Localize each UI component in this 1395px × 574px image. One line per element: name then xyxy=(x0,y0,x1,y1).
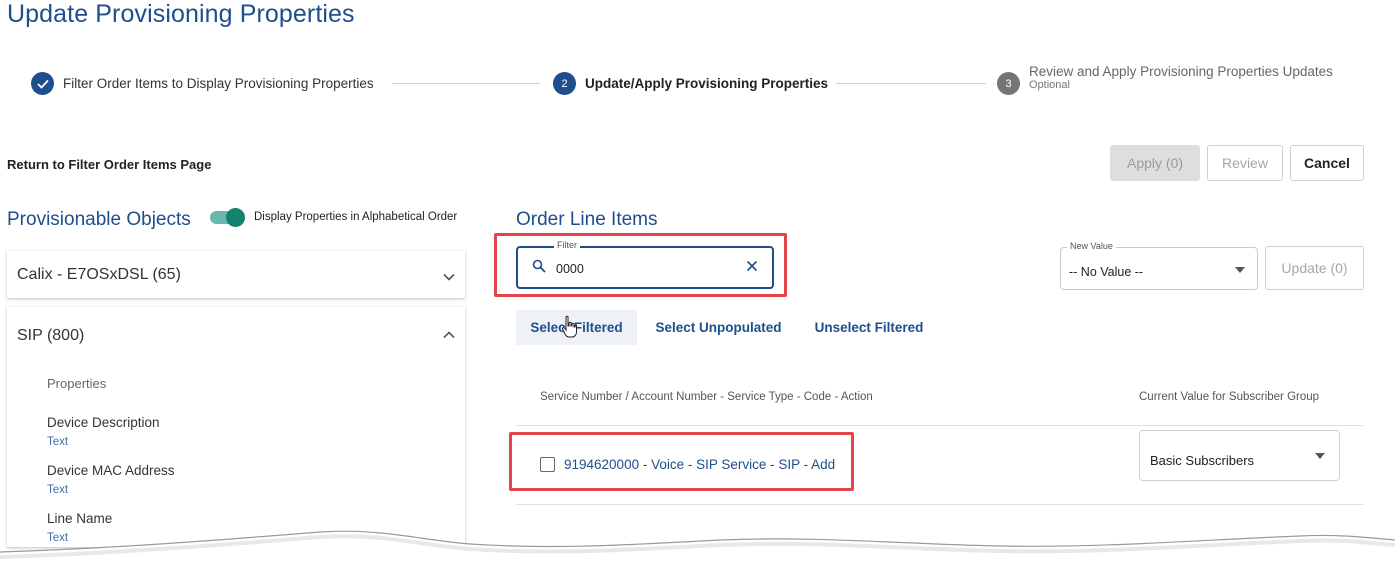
accordion-label: SIP (800) xyxy=(17,327,85,344)
chevron-up-icon[interactable] xyxy=(443,327,455,342)
torn-edge xyxy=(0,530,1395,574)
caret-down-icon xyxy=(1235,267,1245,273)
return-link[interactable]: Return to Filter Order Items Page xyxy=(7,157,211,172)
update-button[interactable]: Update (0) xyxy=(1265,246,1364,290)
provisionable-objects-title: Provisionable Objects xyxy=(7,209,191,230)
step-connector xyxy=(836,83,986,84)
hand-cursor-icon xyxy=(561,315,577,338)
order-line-items-title: Order Line Items xyxy=(516,209,658,230)
property-type: Text xyxy=(47,484,69,496)
accordion-header[interactable]: SIP (800) xyxy=(7,307,465,365)
accordion-label: Calix - E7OSxDSL (65) xyxy=(17,265,181,283)
subscriber-group-value: Basic Subscribers xyxy=(1150,453,1255,468)
column-header-current-value: Current Value for Subscriber Group xyxy=(1139,391,1320,403)
row-highlight-box xyxy=(509,432,854,491)
caret-down-icon xyxy=(1315,453,1325,459)
step-3-number: 3 xyxy=(997,72,1020,95)
step-2-label: Update/Apply Provisioning Properties xyxy=(585,76,829,91)
page-title: Update Provisioning Properties xyxy=(7,0,355,28)
stepper: Filter Order Items to Display Provisioni… xyxy=(0,64,1395,108)
subscriber-group-select[interactable]: Basic Subscribers xyxy=(1139,430,1340,481)
property-type: Text xyxy=(47,436,69,448)
new-value-select[interactable]: New Value -- No Value -- xyxy=(1060,241,1258,290)
accordion-header: Calix - E7OSxDSL (65) xyxy=(7,251,465,298)
cancel-button[interactable]: Cancel xyxy=(1290,145,1364,181)
accordion-calix[interactable]: Calix - E7OSxDSL (65) xyxy=(7,251,465,298)
apply-button[interactable]: Apply (0) xyxy=(1110,145,1200,181)
property-name[interactable]: Device MAC Address xyxy=(47,463,175,478)
table-divider xyxy=(516,504,1363,505)
step-3-label: Review and Apply Provisioning Properties… xyxy=(1029,64,1333,79)
toggle-label: Display Properties in Alphabetical Order xyxy=(254,211,458,223)
chevron-down-icon[interactable] xyxy=(443,269,455,284)
table-divider xyxy=(516,425,1363,426)
step-3[interactable]: 3 Review and Apply Provisioning Properti… xyxy=(997,64,1333,95)
step-connector xyxy=(392,83,540,84)
filter-highlight-box xyxy=(494,233,787,297)
step-1[interactable]: Filter Order Items to Display Provisioni… xyxy=(31,72,374,95)
review-button[interactable]: Review xyxy=(1207,145,1283,181)
check-icon xyxy=(31,72,54,95)
unselect-filtered-button[interactable]: Unselect Filtered xyxy=(806,310,932,345)
step-2[interactable]: 2 Update/Apply Provisioning Properties xyxy=(553,72,828,95)
property-name[interactable]: Device Description xyxy=(47,415,160,430)
step-3-sublabel: Optional xyxy=(1029,79,1070,91)
select-unpopulated-button[interactable]: Select Unpopulated xyxy=(646,310,791,345)
properties-heading: Properties xyxy=(47,376,107,391)
column-header-service: Service Number / Account Number - Servic… xyxy=(540,391,873,403)
step-2-number: 2 xyxy=(553,72,576,95)
step-1-label: Filter Order Items to Display Provisioni… xyxy=(63,76,374,91)
new-value-text: -- No Value -- xyxy=(1069,265,1144,279)
alphabetical-toggle[interactable] xyxy=(210,208,246,227)
new-value-legend: New Value xyxy=(1067,241,1116,251)
